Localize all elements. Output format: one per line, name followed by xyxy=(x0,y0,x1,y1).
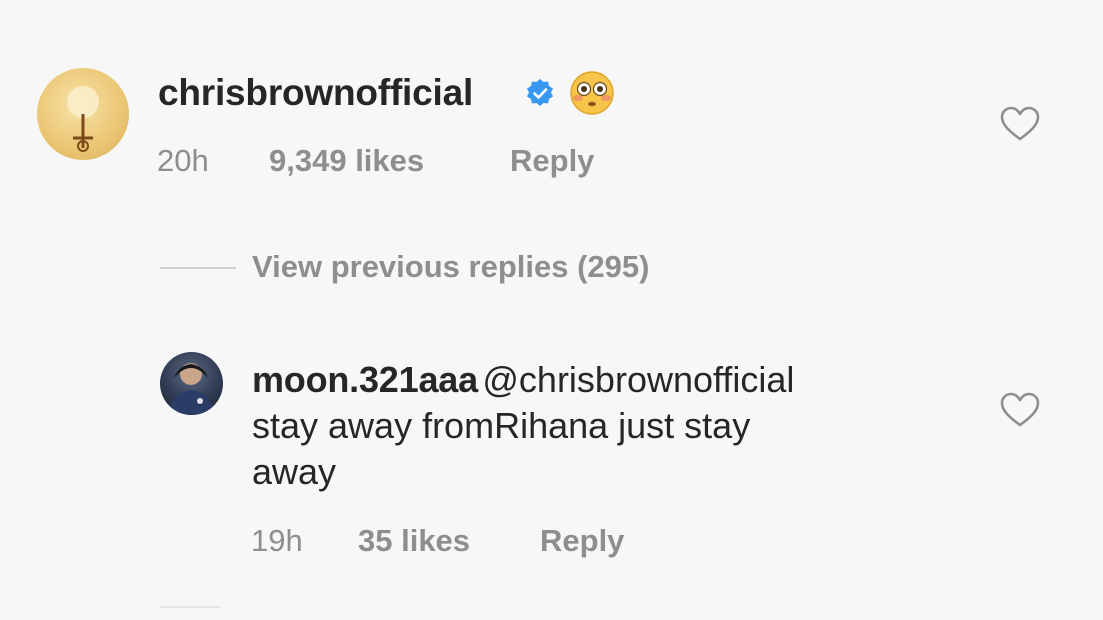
view-previous-replies-button[interactable]: View previous replies (295) xyxy=(252,249,649,285)
next-item-divider xyxy=(160,606,220,608)
comment-timestamp: 20h xyxy=(157,143,209,178)
commenter-avatar[interactable] xyxy=(37,68,129,160)
replier-username[interactable]: moon.321aaa xyxy=(252,359,478,400)
commenter-username[interactable]: chrisbrownofficial xyxy=(158,72,473,114)
replies-divider xyxy=(160,267,236,269)
reply-timestamp: 19h xyxy=(251,523,303,558)
heart-outline-icon[interactable] xyxy=(1000,106,1040,142)
verified-badge-icon xyxy=(527,79,553,106)
heart-outline-icon[interactable] xyxy=(1000,392,1040,428)
reply-text-line-2: away xyxy=(252,451,337,492)
mention-link[interactable]: @chrisbrownofficial xyxy=(482,359,794,400)
comment-reply-button[interactable]: Reply xyxy=(510,143,594,179)
reply-reply-button[interactable]: Reply xyxy=(540,523,624,559)
reply-text-line-1: stay away fromRihana just stay xyxy=(252,405,751,446)
reply-likes-count[interactable]: 35 likes xyxy=(358,523,470,559)
comment-likes-count[interactable]: 9,349 likes xyxy=(269,143,424,179)
replier-avatar[interactable] xyxy=(160,352,223,415)
flushed-face-emoji xyxy=(570,71,614,115)
avatar-person-icon xyxy=(168,363,215,415)
avatar-figure-icon xyxy=(67,86,99,152)
